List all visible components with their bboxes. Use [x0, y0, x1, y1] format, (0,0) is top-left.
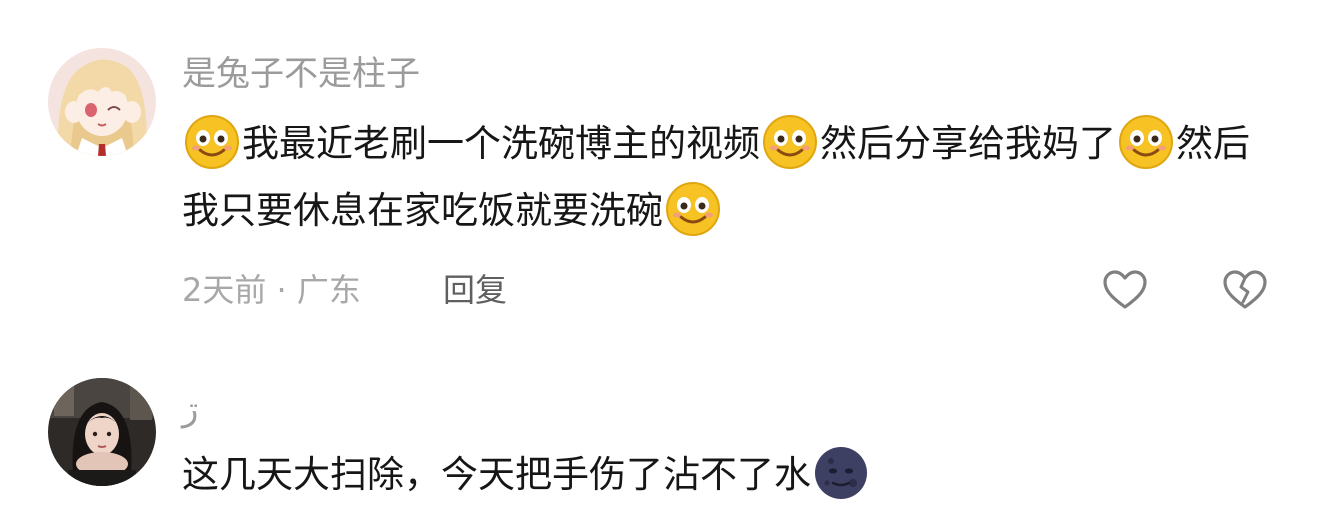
comment-text-segment: 我最近老刷一个洗碗博主的视频 [242, 122, 760, 165]
comment-text-segment: 然后分享给我妈了 [820, 122, 1116, 165]
timestamp-location: 2天前 · 广东 [182, 271, 361, 309]
smiling-face-emoji [762, 114, 818, 170]
comment-item: ڗ 这几天大扫除，今天把手伤了沾不了水 [0, 340, 1320, 512]
like-button[interactable] [1101, 266, 1149, 314]
new-moon-face-emoji [813, 445, 869, 501]
avatar[interactable] [48, 378, 156, 486]
comment-item: 是兔子不是柱子 我最近老刷一个洗碗博主的视频 然后分享给我妈了 然后我只要休息在… [0, 0, 1320, 340]
smiling-face-emoji [184, 114, 240, 170]
broken-heart-icon [1221, 270, 1269, 318]
comment-text: 这几天大扫除，今天把手伤了沾不了水 [182, 441, 1252, 508]
smiling-face-emoji [665, 181, 721, 237]
comment-text: 我最近老刷一个洗碗博主的视频 然后分享给我妈了 然后我只要休息在家吃饭就要洗碗 [182, 110, 1252, 244]
dislike-button[interactable] [1221, 266, 1269, 314]
username[interactable]: ڗ [182, 392, 198, 426]
reply-button[interactable]: 回复 [443, 270, 507, 310]
smiling-face-emoji [1118, 114, 1174, 170]
avatar[interactable] [48, 48, 156, 156]
username[interactable]: 是兔子不是柱子 [182, 57, 420, 91]
comment-text-segment: 这几天大扫除，今天把手伤了沾不了水 [182, 453, 811, 496]
heart-outline-icon [1101, 270, 1149, 318]
